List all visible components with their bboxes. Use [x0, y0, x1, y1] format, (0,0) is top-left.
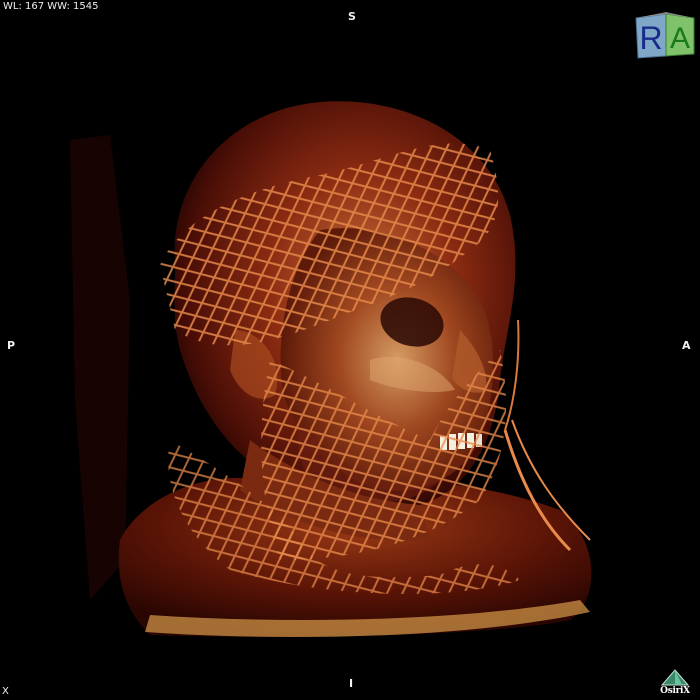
osirix-pyramid-icon — [660, 669, 690, 686]
window-level-readout: WL: 167 WW: 1545 — [3, 1, 99, 12]
3d-viewport[interactable]: WL: 167 WW: 1545 S I P A X R A OsiriX — [0, 0, 700, 700]
orientation-label-inferior: I — [349, 677, 354, 690]
orientation-label-superior: S — [348, 10, 356, 23]
osirix-logo: OsiriX — [652, 668, 698, 698]
cube-letter-r: R — [639, 20, 662, 56]
volume-render-image[interactable] — [0, 0, 700, 700]
logo-text: OsiriX — [660, 686, 690, 696]
orientation-label-posterior: P — [7, 339, 16, 352]
background-shadow — [70, 135, 130, 600]
cube-letter-a: A — [670, 22, 690, 55]
corner-marker: X — [2, 686, 9, 697]
orientation-label-anterior: A — [682, 339, 691, 352]
orientation-cube-icon[interactable]: R A — [632, 10, 698, 60]
